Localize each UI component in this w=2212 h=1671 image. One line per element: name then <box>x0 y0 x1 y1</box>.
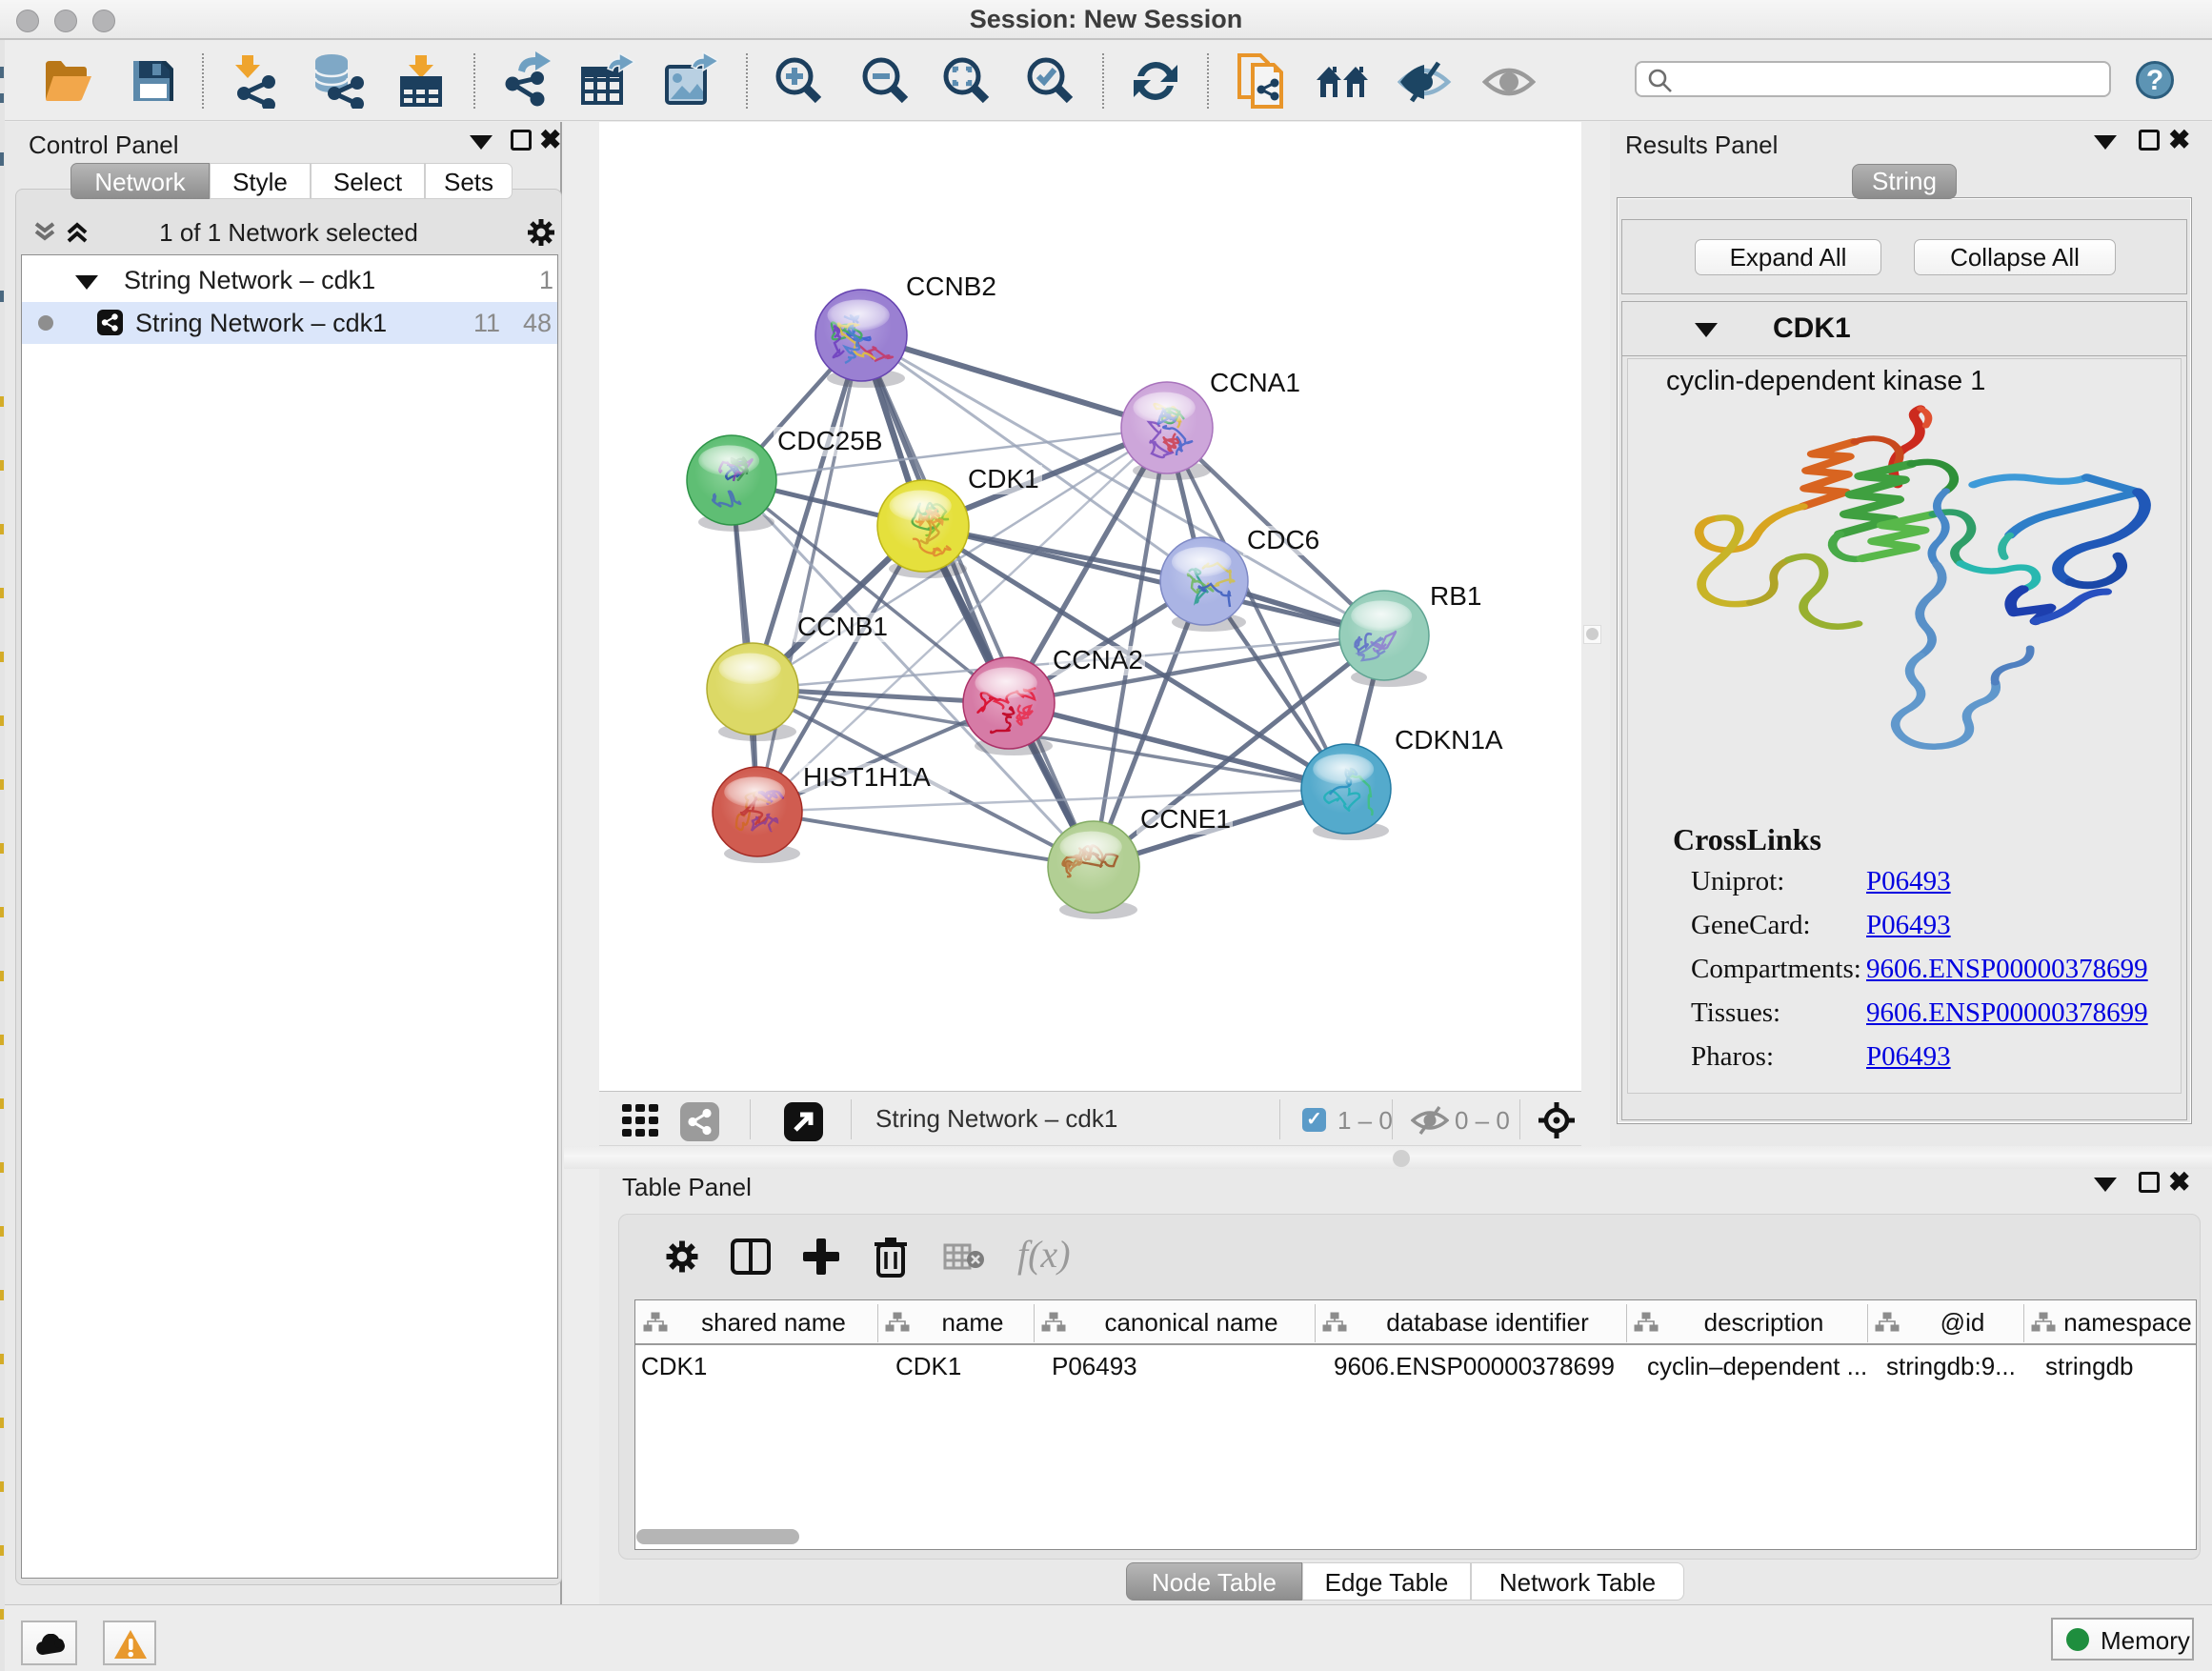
svg-text:CCNA1: CCNA1 <box>1210 368 1300 397</box>
svg-text:CCNE1: CCNE1 <box>1140 804 1231 834</box>
svg-text:HIST1H1A: HIST1H1A <box>803 762 931 792</box>
svg-text:CDK1: CDK1 <box>968 464 1039 493</box>
svg-text:CDC6: CDC6 <box>1247 525 1319 554</box>
svg-text:RB1: RB1 <box>1430 581 1481 611</box>
svg-text:CCNA2: CCNA2 <box>1053 645 1143 674</box>
svg-text:CCNB2: CCNB2 <box>906 272 996 301</box>
svg-text:CDC25B: CDC25B <box>777 426 882 455</box>
svg-text:CDKN1A: CDKN1A <box>1395 725 1503 755</box>
svg-text:CCNB1: CCNB1 <box>797 612 888 641</box>
